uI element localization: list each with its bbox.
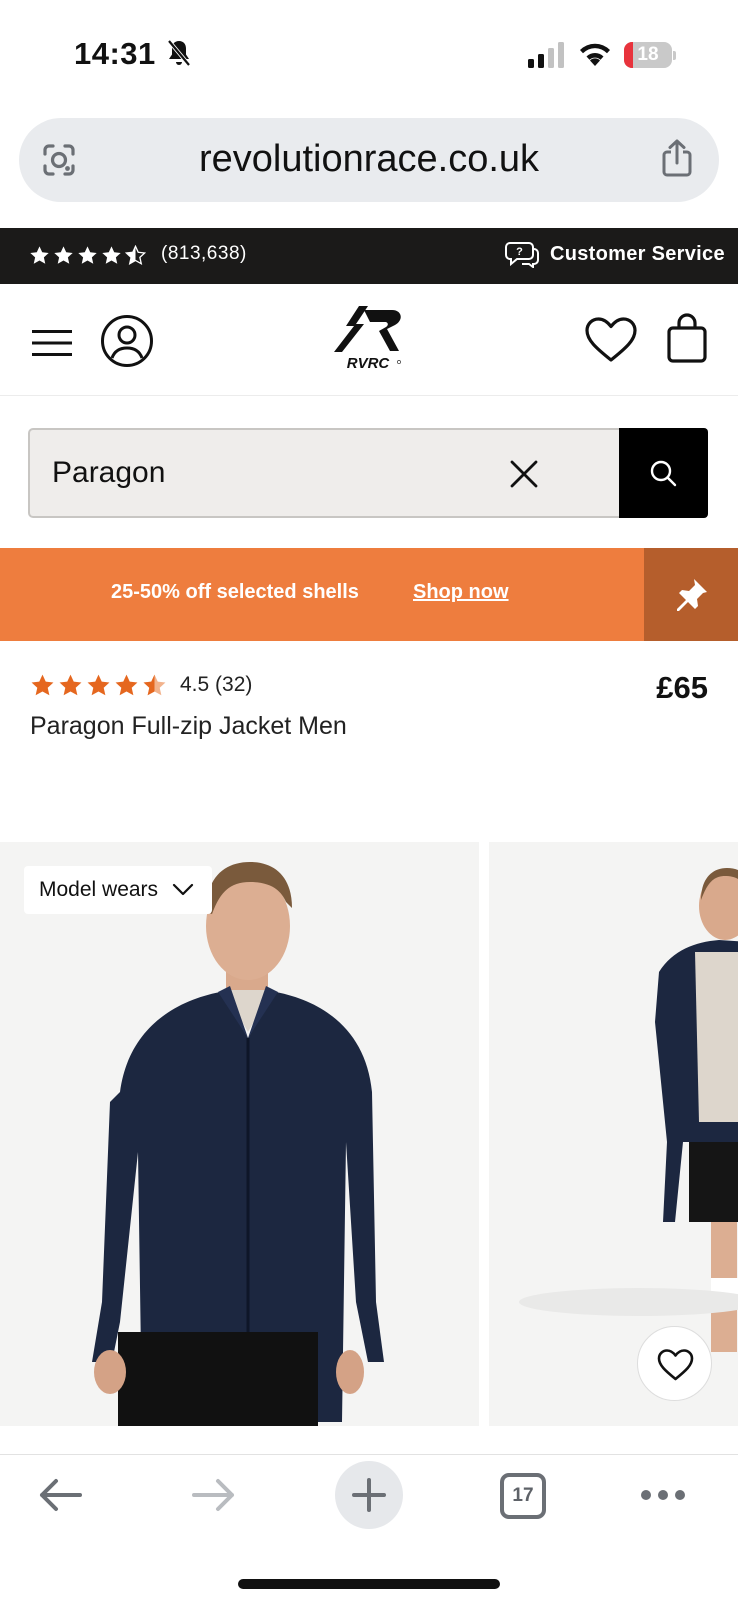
trustpilot-stars (29, 245, 146, 267)
back-arrow-icon[interactable] (38, 1477, 82, 1513)
product-name: Paragon Full-zip Jacket Men (30, 712, 347, 740)
address-bar[interactable]: revolutionrace.co.uk (19, 118, 719, 202)
svg-text:RVRC: RVRC (347, 355, 391, 372)
google-lens-icon[interactable] (41, 142, 77, 178)
model-wears-dropdown[interactable]: Model wears (24, 866, 212, 914)
battery-percentage: 18 (637, 44, 659, 65)
star-icon (54, 246, 73, 264)
clear-icon[interactable] (508, 458, 540, 490)
cellular-signal-icon (528, 42, 564, 68)
wifi-icon (580, 43, 610, 66)
site-header: RVRC (0, 284, 738, 396)
browser-toolbar: 17 (0, 1454, 738, 1600)
star-icon (59, 674, 82, 696)
tab-switcher-button[interactable]: 17 (500, 1473, 546, 1519)
half-star-icon (143, 674, 166, 696)
review-count[interactable]: (813,638) (161, 243, 247, 265)
search-icon (650, 460, 677, 487)
customer-service-link[interactable]: Customer Service (550, 243, 725, 266)
search-query: Paragon (52, 456, 166, 489)
trust-bar: (813,638) ? Customer Service (0, 228, 738, 284)
new-tab-button[interactable] (335, 1461, 403, 1529)
star-icon (78, 246, 97, 264)
pin-banner-button[interactable] (644, 548, 738, 641)
star-icon (115, 674, 138, 696)
home-indicator (238, 1579, 500, 1589)
url-text: revolutionrace.co.uk (198, 138, 540, 180)
promo-text: 25-50% off selected shells (111, 581, 359, 603)
status-time: 14:31 (74, 36, 156, 71)
rvrc-logo[interactable]: RVRC (328, 302, 412, 374)
half-star-icon (125, 245, 146, 266)
promo-banner: 25-50% off selected shells Shop now (0, 548, 738, 641)
pin-icon (677, 579, 707, 611)
plus-icon (352, 1478, 386, 1512)
model-jacket-illustration (92, 862, 384, 1426)
search-input[interactable]: Paragon (28, 428, 619, 518)
shop-now-link[interactable]: Shop now (413, 581, 509, 604)
search-button[interactable] (619, 428, 708, 518)
heart-icon (657, 1349, 694, 1381)
battery-indicator: 18 (624, 42, 676, 68)
chat-bubbles-icon[interactable]: ? (504, 240, 540, 268)
product-image-front[interactable]: Model wears (0, 842, 479, 1426)
favorite-button[interactable] (637, 1326, 712, 1401)
silent-bell-icon (167, 39, 191, 67)
product-rating-text[interactable]: 4.5 (32) (180, 673, 252, 697)
account-icon[interactable] (100, 314, 154, 368)
model-wears-label: Model wears (39, 878, 159, 901)
star-icon (87, 674, 110, 696)
search-bar: Paragon (28, 428, 708, 518)
star-icon (31, 674, 54, 696)
product-rating-stars[interactable] (30, 673, 167, 698)
shopping-bag-icon[interactable] (666, 312, 708, 364)
product-price: £65 (656, 670, 708, 705)
share-icon[interactable] (659, 138, 695, 178)
svg-text:?: ? (516, 246, 523, 258)
wishlist-heart-icon[interactable] (584, 316, 638, 364)
status-bar: 14:31 18 (0, 0, 738, 110)
forward-arrow-icon[interactable] (192, 1477, 236, 1513)
star-icon (102, 246, 121, 264)
chevron-down-icon (172, 883, 194, 896)
more-options-icon[interactable] (640, 1489, 686, 1501)
star-icon (30, 246, 49, 264)
hamburger-menu-icon[interactable] (32, 328, 72, 358)
product-gallery[interactable]: Model wears (0, 842, 738, 1426)
